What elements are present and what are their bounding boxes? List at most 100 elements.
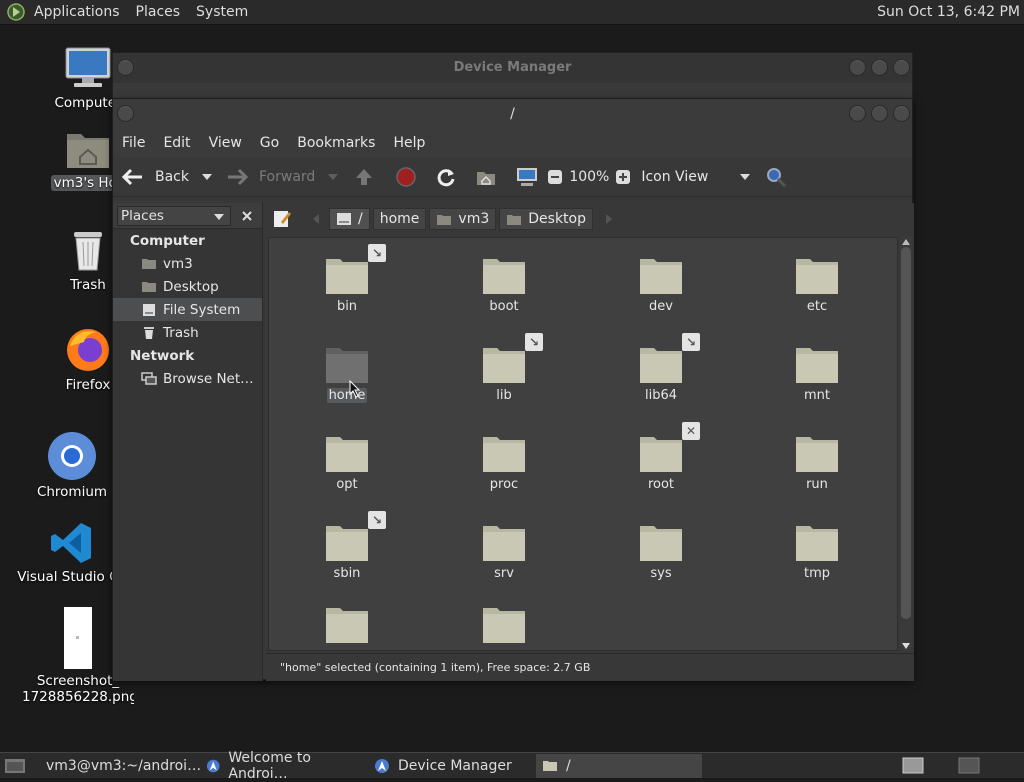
back-history-dropdown-icon[interactable] [201, 172, 213, 182]
file-manager-window[interactable]: / File Edit View Go Bookmarks Help Back … [112, 98, 914, 681]
folder-item[interactable]: root ✕ [606, 422, 716, 492]
folder-icon [483, 259, 525, 294]
zoom-out-icon[interactable] [547, 169, 563, 185]
clock[interactable]: Sun Oct 13, 6:42 PM [877, 0, 1020, 25]
up-arrow-icon[interactable] [353, 166, 375, 188]
crumb-desktop[interactable]: Desktop [499, 208, 594, 230]
folder-item[interactable]: home [292, 345, 402, 403]
image-file-icon [64, 607, 92, 669]
home-icon [437, 214, 452, 225]
vertical-scrollbar[interactable] [900, 237, 912, 651]
icon-view[interactable]: bin ↘ boot dev etc home lib ↘ lib64 ↘ mnt opt proc ro… [268, 237, 898, 651]
workspace-switcher-icon[interactable] [902, 757, 924, 774]
folder-item[interactable]: lib64 ↘ [606, 333, 716, 403]
home-icon[interactable] [475, 166, 497, 188]
window-menu-button[interactable] [117, 105, 134, 122]
folder-item[interactable]: sys [606, 523, 716, 581]
window-titlebar[interactable]: / [113, 99, 912, 129]
forward-history-dropdown-icon[interactable] [327, 172, 339, 182]
task-terminal[interactable]: vm3@vm3:~/androi… [32, 754, 201, 778]
view-mode-label: Icon View [641, 168, 709, 185]
folder-item[interactable]: run [762, 434, 872, 492]
sidebar-item-file-system[interactable]: File System [113, 298, 262, 321]
folder-item[interactable]: proc [449, 434, 559, 492]
back-label: Back [155, 168, 189, 185]
crumb-vm3[interactable]: vm3 [429, 208, 497, 230]
places-menu[interactable]: Places [128, 0, 189, 25]
folder-item[interactable]: bin ↘ [292, 244, 402, 314]
maximize-button[interactable] [871, 59, 888, 76]
menu-edit[interactable]: Edit [154, 135, 199, 151]
zoom-in-icon[interactable] [615, 169, 631, 185]
forward-button[interactable]: Forward [225, 157, 315, 197]
applications-menu[interactable]: Applications [26, 0, 128, 25]
close-button[interactable] [893, 105, 910, 122]
sidebar-item-trash[interactable]: Trash [113, 321, 262, 344]
folder-item[interactable]: opt [292, 434, 402, 492]
path-scroll-left-icon[interactable] [311, 213, 321, 225]
folder-icon [483, 348, 525, 383]
scroll-down-icon[interactable] [902, 643, 910, 649]
task-file-manager[interactable]: / [536, 753, 702, 778]
back-button[interactable]: Back [121, 157, 189, 197]
folder-item[interactable]: sbin ↘ [292, 511, 402, 581]
sidebar-item-desktop[interactable]: Desktop [113, 275, 262, 298]
close-sidebar-icon[interactable] [241, 210, 253, 222]
task-device-manager[interactable]: Device Manager [368, 754, 534, 778]
folder-icon [483, 437, 525, 472]
menu-view[interactable]: View [200, 135, 251, 151]
workspace-switcher-icon[interactable] [958, 757, 980, 774]
reload-icon[interactable] [435, 166, 457, 188]
folder-item[interactable]: etc [762, 256, 872, 314]
crumb-home[interactable]: home [372, 208, 427, 230]
scroll-up-icon[interactable] [902, 239, 910, 245]
home-folder-icon [67, 134, 109, 168]
system-menu[interactable]: System [188, 0, 256, 25]
sidebar-item-vm3[interactable]: vm3 [113, 252, 262, 275]
task-android-studio-welcome[interactable]: Welcome to Androi… [200, 750, 366, 782]
desktop-icon-vscode[interactable]: Visual Studio Co [17, 520, 127, 585]
chevron-down-icon [740, 173, 751, 180]
top-panel: Applications Places System Sun Oct 13, 6… [0, 0, 1024, 25]
menu-help[interactable]: Help [384, 135, 434, 151]
folder-item[interactable]: srv [449, 523, 559, 581]
folder-item[interactable]: lib ↘ [449, 333, 559, 403]
menu-file[interactable]: File [113, 135, 154, 151]
desktop-icon-chromium[interactable]: Chromium [17, 431, 127, 500]
main-pane: / home vm3 Desktop bin ↘ boot dev etc home lib… [266, 203, 914, 681]
folder-item[interactable] [449, 605, 559, 650]
view-mode-select[interactable]: Icon View [641, 157, 751, 197]
folder-icon [640, 526, 682, 561]
show-desktop-icon[interactable] [4, 757, 26, 775]
edit-location-icon[interactable] [271, 208, 293, 230]
maximize-button[interactable] [871, 105, 888, 122]
minimize-button[interactable] [849, 105, 866, 122]
sidebar-item-browse-network[interactable]: Browse Net… [113, 367, 262, 390]
gnome-logo-icon[interactable] [6, 2, 26, 22]
minimize-button[interactable] [849, 59, 866, 76]
folder-item[interactable]: boot [449, 256, 559, 314]
crumb-root[interactable]: / [329, 208, 370, 230]
folder-name: sys [650, 566, 672, 581]
folder-item[interactable]: mnt [762, 345, 872, 403]
sidebar-item-label: Browse Net… [163, 370, 254, 387]
window-title: / [510, 106, 515, 122]
scrollbar-thumb[interactable] [901, 247, 911, 619]
folder-item[interactable]: tmp [762, 523, 872, 581]
search-icon[interactable] [765, 166, 787, 188]
drive-icon [337, 213, 351, 225]
window-menu-button[interactable] [117, 59, 134, 76]
chromium-icon [48, 432, 96, 480]
menu-go[interactable]: Go [251, 135, 288, 151]
menu-bookmarks[interactable]: Bookmarks [288, 135, 384, 151]
sidebar-type-select[interactable]: Places [117, 205, 231, 226]
folder-item[interactable]: dev [606, 256, 716, 314]
path-scroll-right-icon[interactable] [604, 213, 614, 225]
close-button[interactable] [893, 59, 910, 76]
folder-name: etc [806, 299, 828, 314]
computer-icon[interactable] [515, 166, 539, 188]
chevron-down-icon [214, 213, 224, 220]
stop-icon[interactable] [395, 166, 417, 188]
folder-name: sbin [333, 566, 361, 581]
folder-item[interactable] [292, 605, 402, 650]
